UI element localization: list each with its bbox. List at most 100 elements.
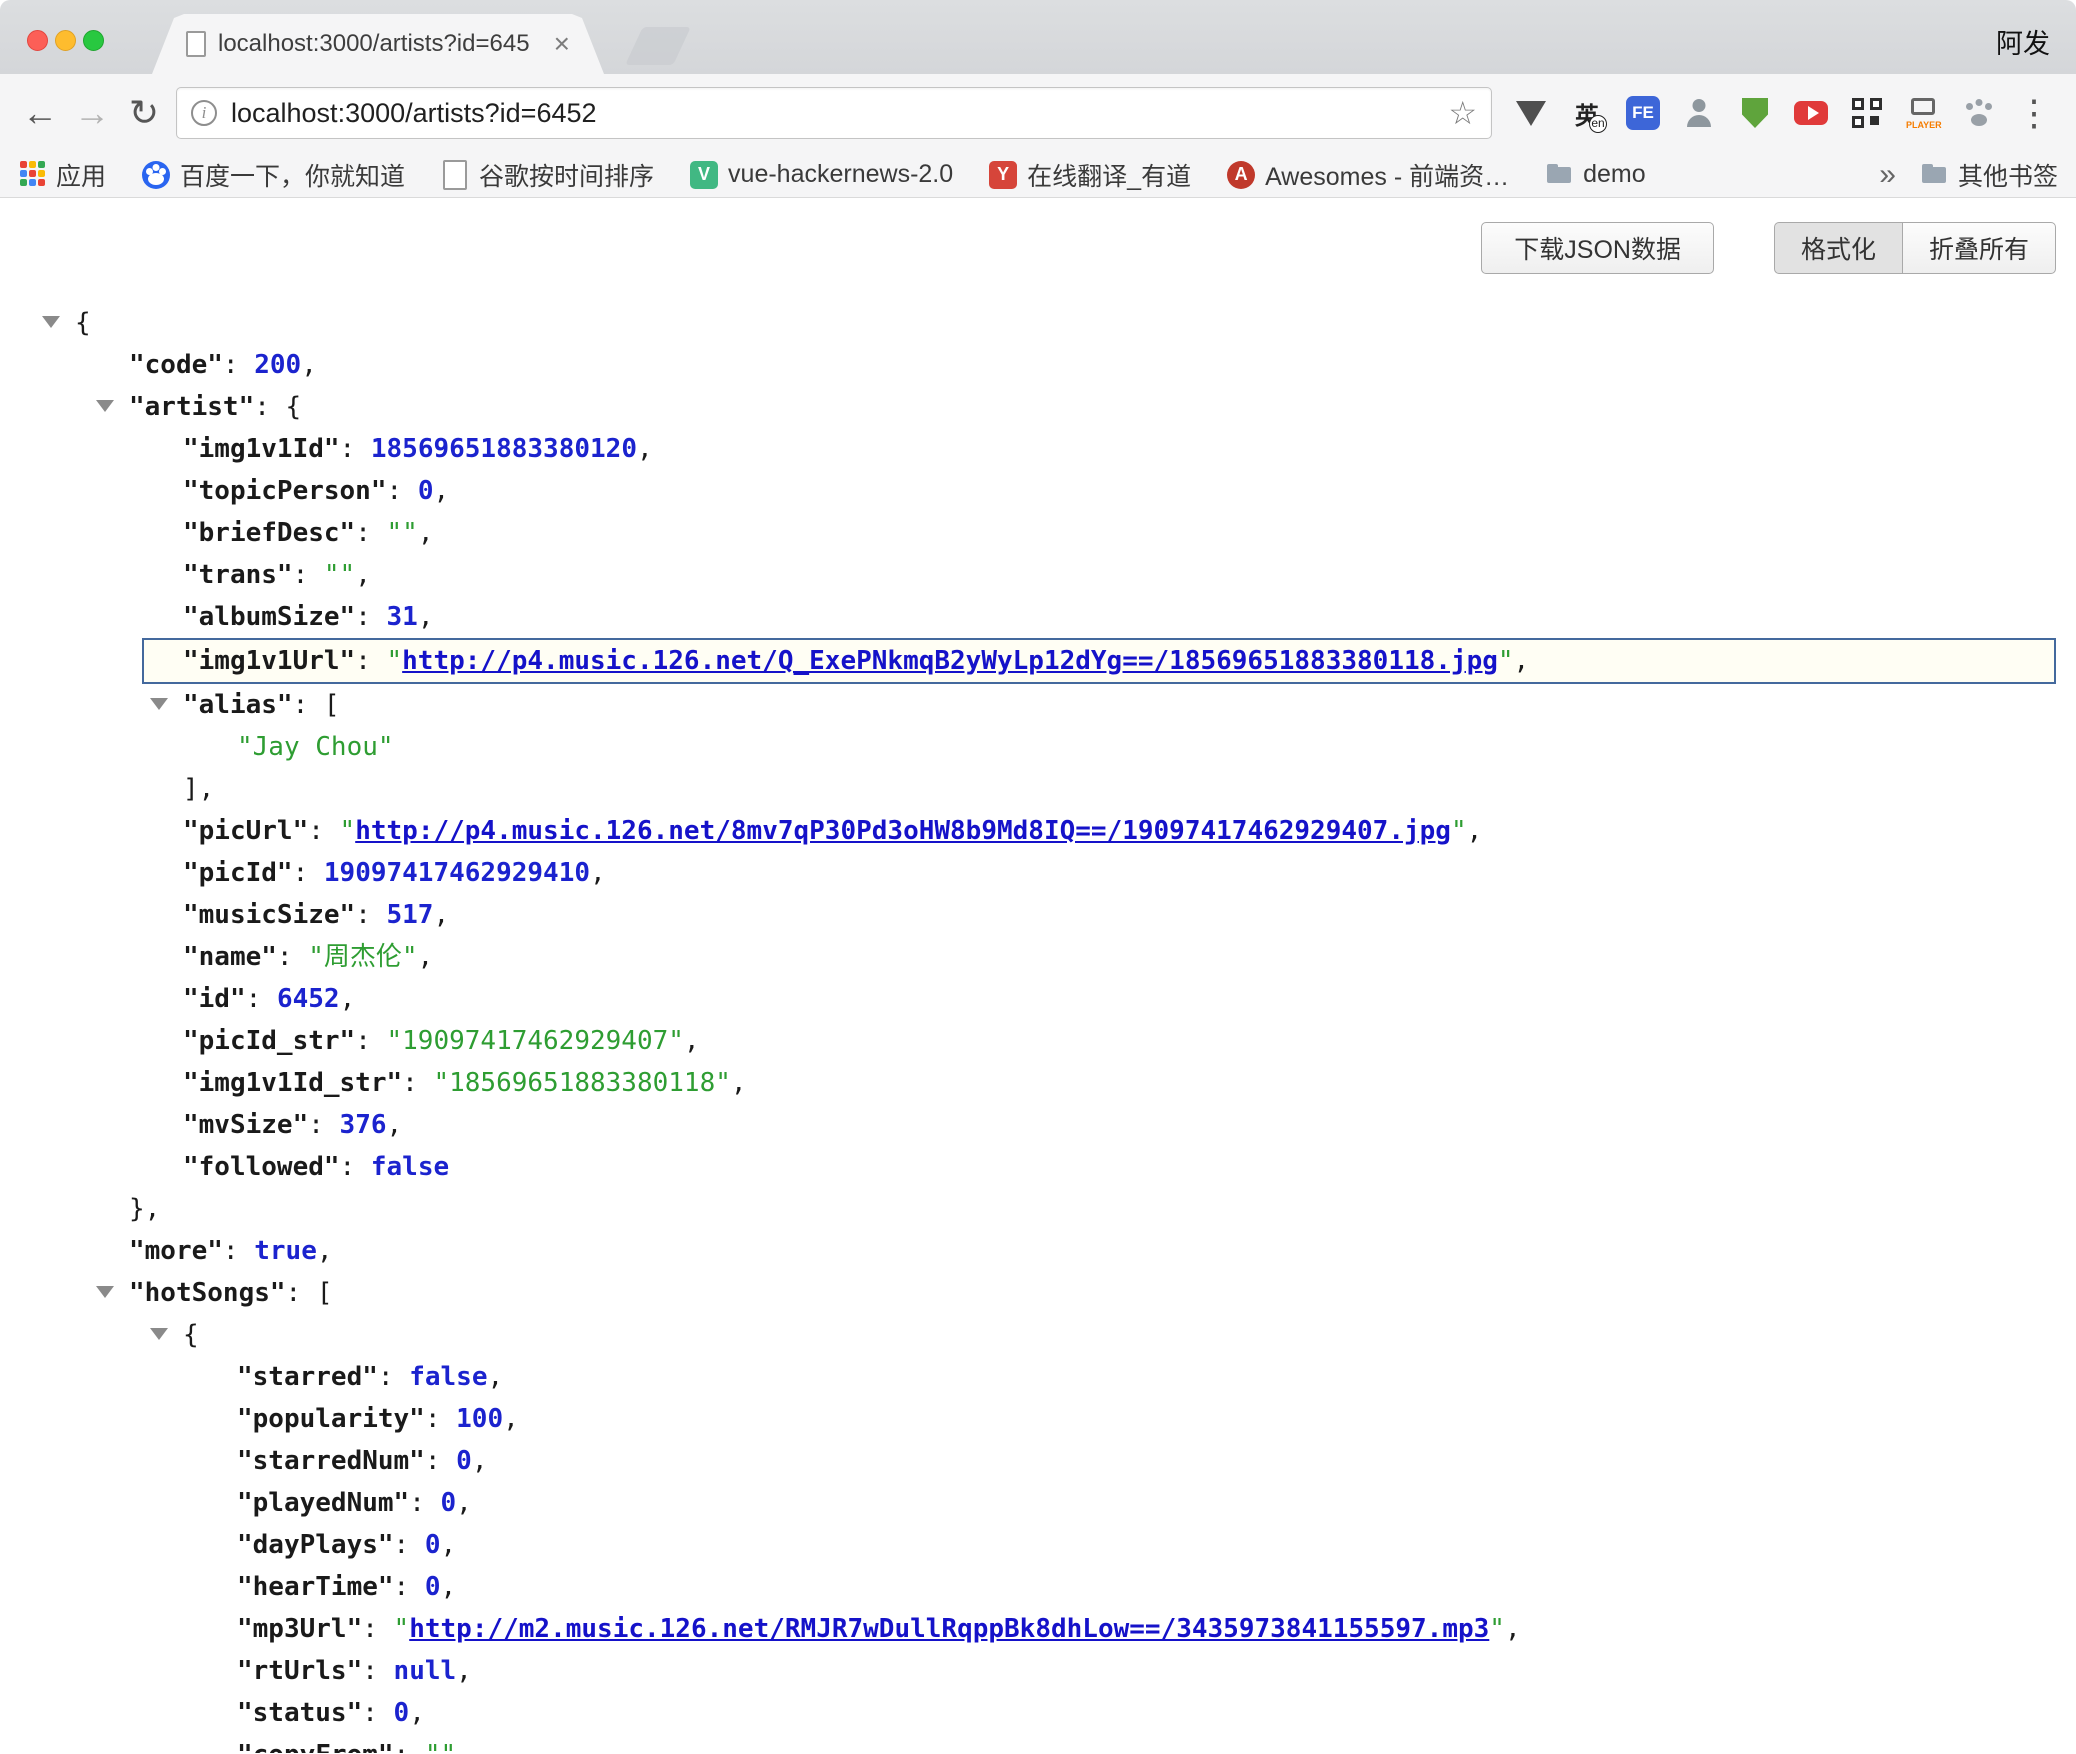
collapse-arrow-icon[interactable] xyxy=(96,1286,114,1298)
json-key: "picId" xyxy=(183,858,293,888)
json-line: "alias": [ xyxy=(0,684,2076,726)
bookmark-label: 应用 xyxy=(56,157,106,193)
page-info-icon[interactable]: i xyxy=(191,100,217,126)
url-input[interactable]: localhost:3000/artists?id=6452 xyxy=(231,98,1434,129)
bookmark-label: vue-hackernews-2.0 xyxy=(728,160,953,189)
json-line: "briefDesc": "", xyxy=(0,512,2076,554)
json-key: "rtUrls" xyxy=(237,1656,362,1686)
json-viewer-actions: 下载JSON数据 格式化 折叠所有 xyxy=(1481,222,2056,274)
json-line: "musicSize": 517, xyxy=(0,894,2076,936)
bookmark-star-icon[interactable]: ☆ xyxy=(1448,94,1477,132)
other-bookmarks-folder[interactable]: 其他书签 xyxy=(1920,157,2058,193)
json-punctuation: : xyxy=(355,646,386,676)
json-line: "name": "周杰伦", xyxy=(0,936,2076,978)
collapse-arrow-icon[interactable] xyxy=(42,316,60,328)
json-key: "name" xyxy=(183,942,277,972)
json-punctuation: , xyxy=(456,1656,472,1686)
minimize-window-button[interactable] xyxy=(55,30,76,51)
json-number: 376 xyxy=(340,1110,387,1140)
bookmark-item[interactable]: 谷歌按时间排序 xyxy=(441,157,654,193)
json-number: 18569651883380120 xyxy=(371,434,637,464)
reload-button[interactable]: ↻ xyxy=(118,87,170,139)
json-link[interactable]: http://m2.music.126.net/RMJR7wDullRqppBk… xyxy=(409,1614,1489,1644)
collapse-arrow-icon[interactable] xyxy=(96,400,114,412)
json-punctuation: , xyxy=(456,1740,472,1753)
json-line: "hearTime": 0, xyxy=(0,1566,2076,1608)
maximize-window-button[interactable] xyxy=(83,30,104,51)
close-window-button[interactable] xyxy=(27,30,48,51)
json-line: "dayPlays": 0, xyxy=(0,1524,2076,1566)
bookmark-item[interactable]: 应用 xyxy=(18,157,106,193)
json-body: {"code": 200,"artist": {"img1v1Id": 1856… xyxy=(0,198,2076,1753)
format-button[interactable]: 格式化 xyxy=(1774,222,1902,274)
profile-name[interactable]: 阿发 xyxy=(1996,22,2050,61)
profile-silhouette-icon[interactable] xyxy=(1682,96,1716,130)
download-json-button[interactable]: 下载JSON数据 xyxy=(1481,222,1714,274)
bookmark-item[interactable]: demo xyxy=(1545,160,1646,189)
json-key: "mvSize" xyxy=(183,1110,308,1140)
json-line: "trans": "", xyxy=(0,554,2076,596)
json-key: "more" xyxy=(129,1236,223,1266)
new-tab-button[interactable] xyxy=(625,27,691,65)
json-punctuation: : xyxy=(355,602,386,632)
collapse-all-button[interactable]: 折叠所有 xyxy=(1902,222,2056,274)
json-number: 517 xyxy=(387,900,434,930)
json-punctuation: , xyxy=(433,900,449,930)
json-punctuation: , xyxy=(441,1530,457,1560)
json-punctuation: : xyxy=(355,1026,386,1056)
json-string: " xyxy=(1451,816,1467,846)
json-line: "starred": false, xyxy=(0,1356,2076,1398)
view-mode-segment: 格式化 折叠所有 xyxy=(1774,222,2056,274)
fe-icon[interactable]: FE xyxy=(1626,96,1660,130)
bookmark-label: demo xyxy=(1583,160,1646,189)
translate-icon[interactable]: 英en xyxy=(1570,96,1604,130)
browser-menu-icon[interactable]: ⋮ xyxy=(2006,92,2062,134)
json-number: 0 xyxy=(425,1572,441,1602)
active-tab[interactable]: localhost:3000/artists?id=645 × xyxy=(152,14,604,74)
json-number: 19097417462929410 xyxy=(324,858,590,888)
youtube-icon[interactable] xyxy=(1794,96,1828,130)
qrcode-icon[interactable] xyxy=(1850,96,1884,130)
json-punctuation: : xyxy=(223,1236,254,1266)
json-link[interactable]: http://p4.music.126.net/8mv7qP30Pd3oHW8b… xyxy=(355,816,1451,846)
json-punctuation: { xyxy=(183,1320,199,1350)
json-punctuation: : xyxy=(355,518,386,548)
bookmark-label: 谷歌按时间排序 xyxy=(479,157,654,193)
json-link[interactable]: http://p4.music.126.net/Q_ExePNkmqB2yWyL… xyxy=(402,646,1498,676)
vimium-icon[interactable] xyxy=(1514,96,1548,130)
json-line: "more": true, xyxy=(0,1230,2076,1272)
green-shield-icon[interactable] xyxy=(1738,96,1772,130)
json-key: "hearTime" xyxy=(237,1572,394,1602)
forward-button: → xyxy=(66,87,118,139)
json-punctuation: , xyxy=(590,858,606,888)
json-key: "mp3Url" xyxy=(237,1614,362,1644)
json-line: "mvSize": 376, xyxy=(0,1104,2076,1146)
page-icon xyxy=(441,161,469,189)
bookmark-item[interactable]: 百度一下，你就知道 xyxy=(142,157,405,193)
json-punctuation: : xyxy=(362,1698,393,1728)
tab-close-icon[interactable]: × xyxy=(554,30,570,58)
json-line: "picId": 19097417462929410, xyxy=(0,852,2076,894)
json-string: "19097417462929407" xyxy=(387,1026,684,1056)
bookmark-item[interactable]: Y在线翻译_有道 xyxy=(989,157,1191,193)
bookmark-item[interactable]: Vvue-hackernews-2.0 xyxy=(690,160,953,189)
bookmarks-overflow-icon[interactable]: » xyxy=(1879,158,1896,192)
json-number: 6452 xyxy=(277,984,340,1014)
back-button[interactable]: ← xyxy=(14,87,66,139)
json-line: "img1v1Id": 18569651883380120, xyxy=(0,428,2076,470)
json-punctuation: : xyxy=(246,984,277,1014)
bookmark-item[interactable]: AAwesomes - 前端资… xyxy=(1227,157,1509,193)
address-bar[interactable]: i localhost:3000/artists?id=6452 ☆ xyxy=(176,87,1492,139)
page-content: 下载JSON数据 格式化 折叠所有 {"code": 200,"artist":… xyxy=(0,198,2076,1753)
json-punctuation: ], xyxy=(183,774,214,804)
json-punctuation: , xyxy=(1467,816,1483,846)
json-key: "hotSongs" xyxy=(129,1278,286,1308)
collapse-arrow-icon[interactable] xyxy=(150,1328,168,1340)
json-punctuation: , xyxy=(317,1236,333,1266)
json-punctuation: , xyxy=(418,518,434,548)
json-line-highlighted: "img1v1Url": "http://p4.music.126.net/Q_… xyxy=(142,638,2056,684)
json-punctuation: : [ xyxy=(286,1278,333,1308)
collapse-arrow-icon[interactable] xyxy=(150,698,168,710)
player-icon[interactable]: PLAYER xyxy=(1906,96,1940,130)
paw-icon[interactable] xyxy=(1962,96,1996,130)
